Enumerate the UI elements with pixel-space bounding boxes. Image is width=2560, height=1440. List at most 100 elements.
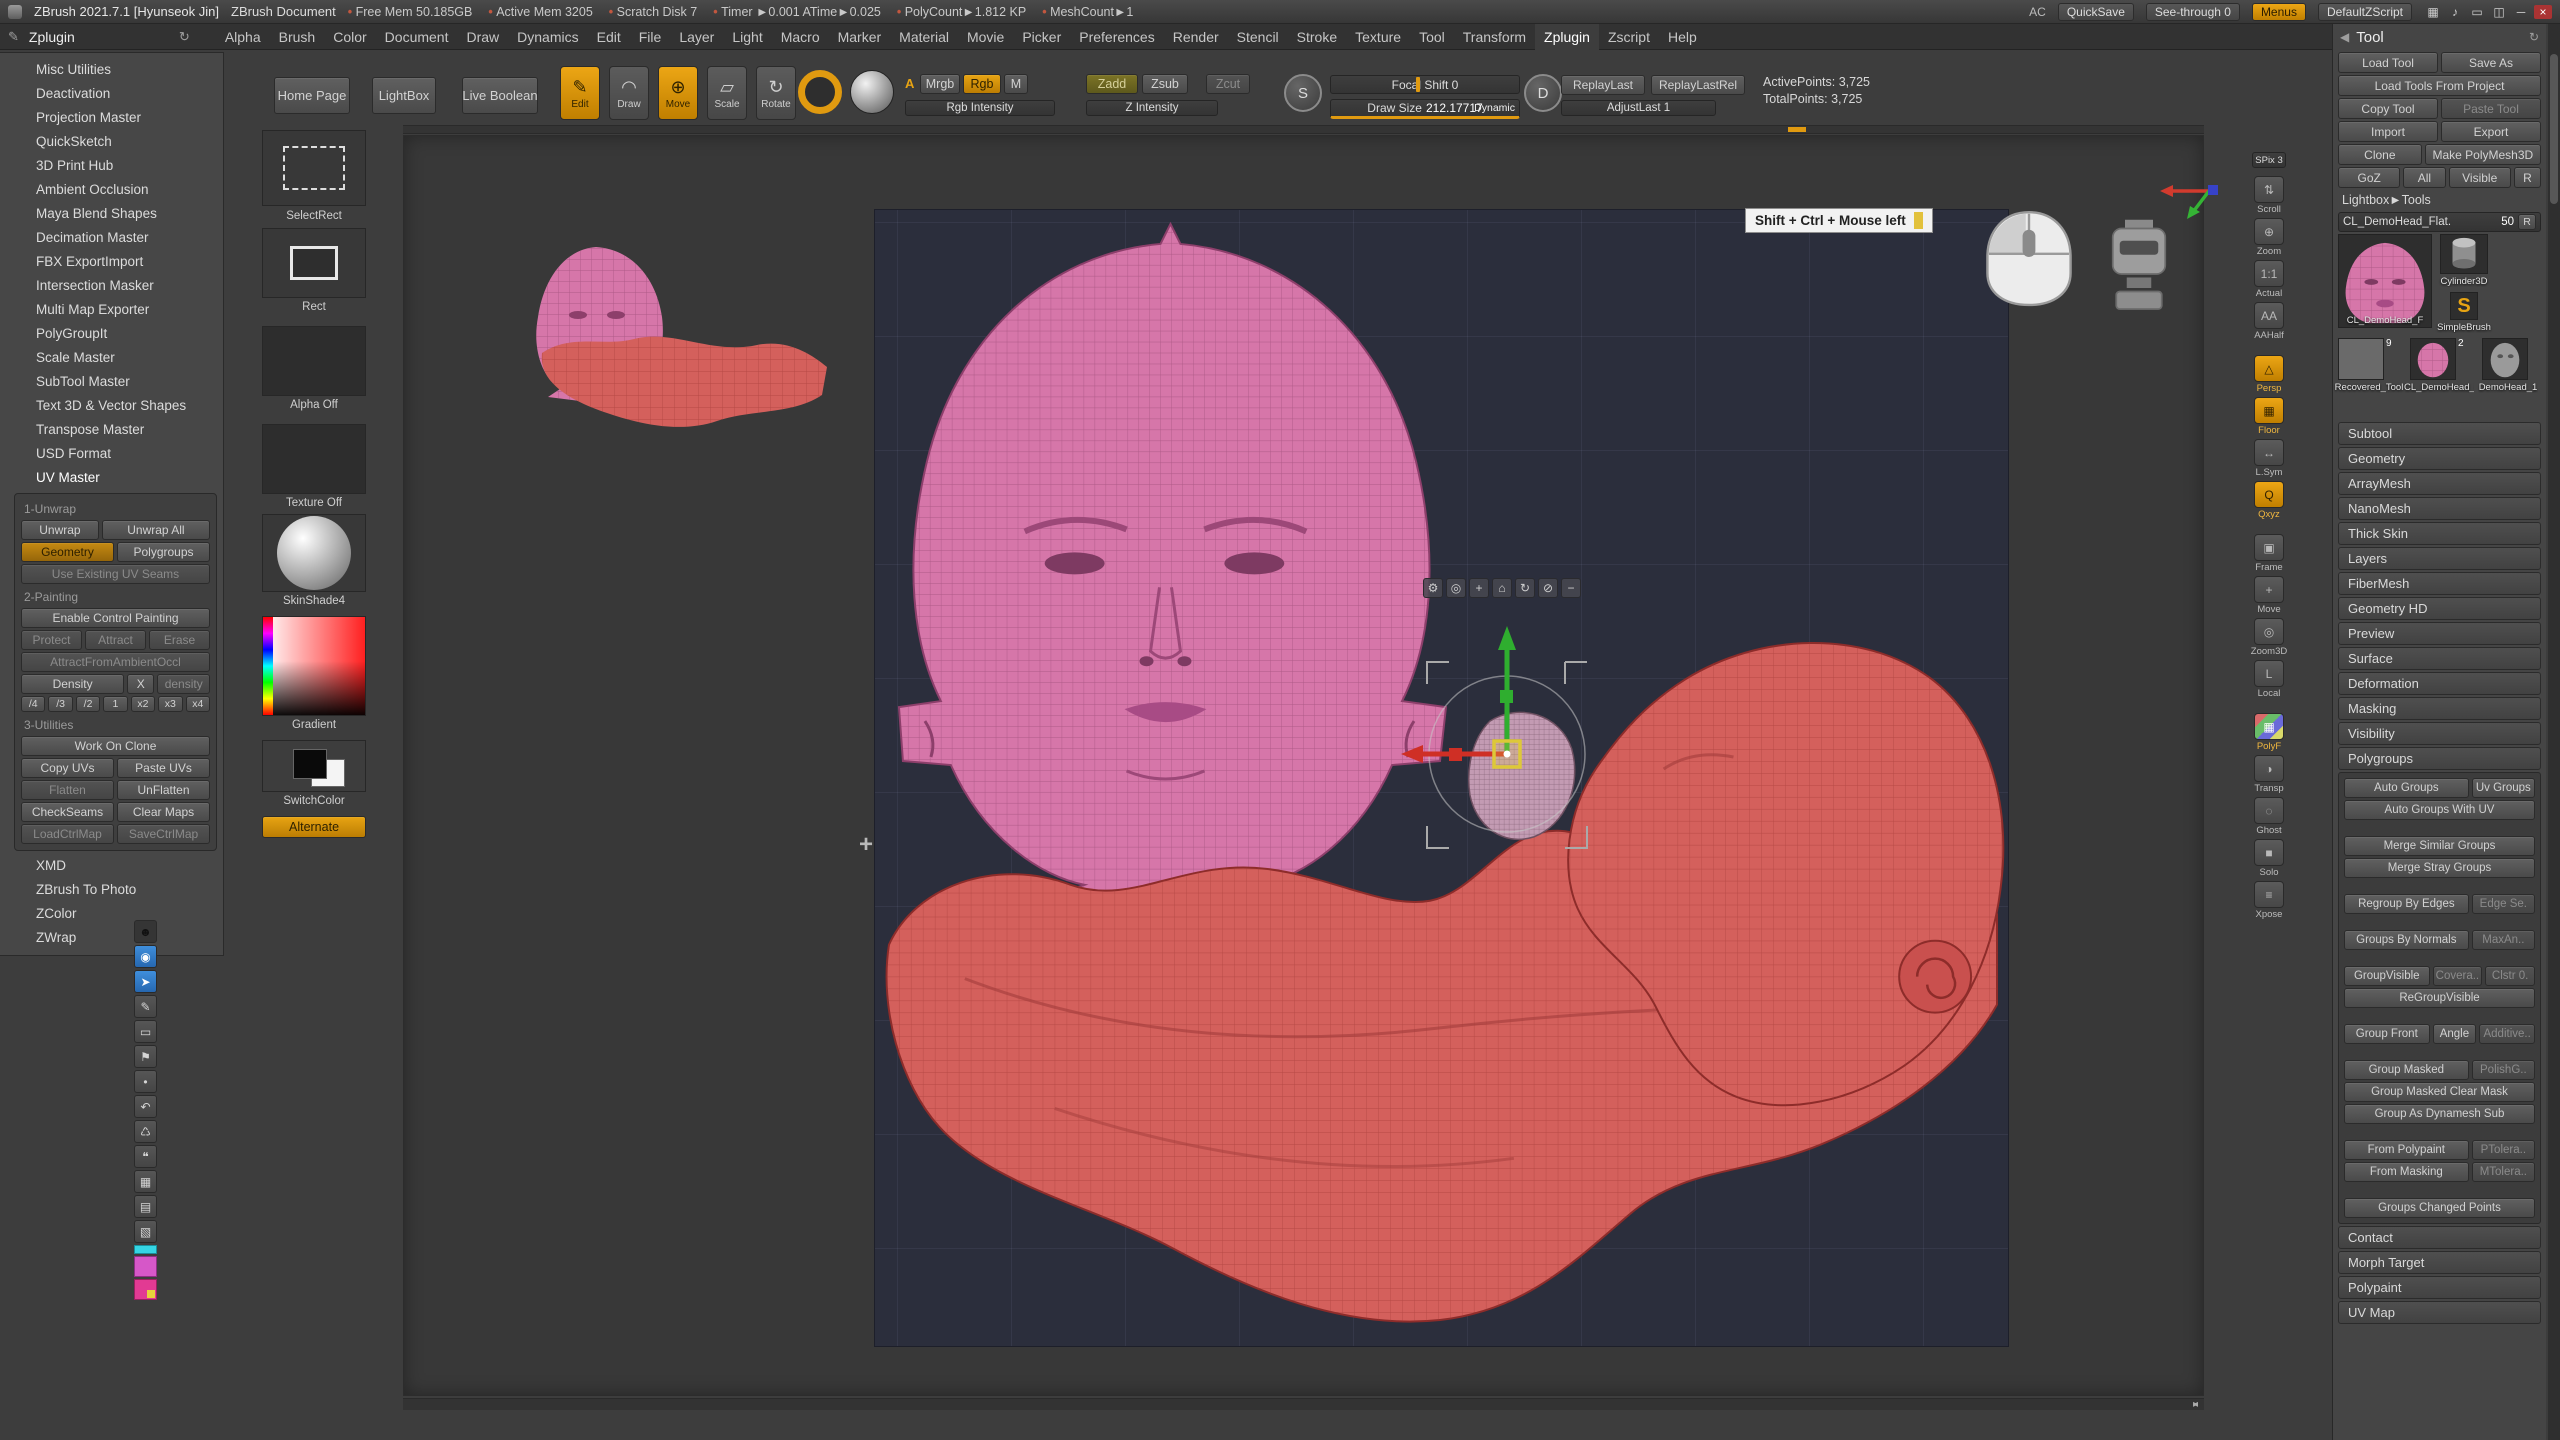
switch-color-widget[interactable] xyxy=(262,740,366,792)
transpose-gizmo[interactable] xyxy=(1387,604,1627,904)
tool-section[interactable]: Layers xyxy=(2338,547,2541,570)
menu-item[interactable]: Picker xyxy=(1013,24,1070,50)
use-existing-uv-seams-button[interactable]: Use Existing UV Seams xyxy=(21,564,210,584)
stroke-thumbnail[interactable] xyxy=(262,228,366,298)
draw-size-slider[interactable]: Draw Size 212.17717 Dynamic xyxy=(1330,99,1520,119)
clear-maps-button[interactable]: Clear Maps xyxy=(117,802,210,822)
polygroups-button[interactable]: Auto Groups xyxy=(2344,778,2469,798)
menu-item[interactable]: Stencil xyxy=(1228,24,1288,50)
menu-item[interactable]: Document xyxy=(376,24,458,50)
goz-all-button[interactable]: All xyxy=(2403,167,2445,188)
xmd-icon[interactable]: • xyxy=(134,1070,157,1093)
polygroups-button[interactable]: Angle xyxy=(2433,1024,2477,1044)
zplugin-item[interactable]: Deactivation xyxy=(0,82,223,106)
menu-item[interactable]: Dynamics xyxy=(508,24,587,50)
primary-color-swatch[interactable] xyxy=(293,749,327,779)
unflatten-button[interactable]: UnFlatten xyxy=(117,780,210,800)
color-picker[interactable] xyxy=(262,616,366,716)
polygroups-button[interactable]: Group Masked Clear Mask xyxy=(2344,1082,2535,1102)
simplebrush-thumbnail[interactable]: S xyxy=(2450,292,2478,320)
zplugin-item[interactable]: QuickSketch xyxy=(0,130,223,154)
load-ctrlmap-button[interactable]: LoadCtrlMap xyxy=(21,824,114,844)
active-tool-thumbnail[interactable]: CL_DemoHead_F xyxy=(2338,234,2432,328)
zplugin-item[interactable]: Maya Blend Shapes xyxy=(0,202,223,226)
mode-button[interactable]: ⊕ Move xyxy=(658,66,698,120)
load-tools-from-project-button[interactable]: Load Tools From Project xyxy=(2338,75,2541,96)
tool-section[interactable]: Visibility xyxy=(2338,722,2541,745)
checkseams-button[interactable]: CheckSeams xyxy=(21,802,114,822)
xmd-icon[interactable]: ▭ xyxy=(134,1020,157,1043)
menu-item[interactable]: Draw xyxy=(457,24,508,50)
quicksave-button[interactable]: QuickSave xyxy=(2058,3,2134,21)
home-page-button[interactable]: Home Page xyxy=(274,77,350,114)
xmd-icon[interactable]: ▦ xyxy=(134,1170,157,1193)
density-multiplier-button[interactable]: x2 xyxy=(131,696,155,712)
zplugin-item[interactable]: Intersection Masker xyxy=(0,274,223,298)
zplugin-item[interactable]: Misc Utilities xyxy=(0,58,223,82)
right-shelf-item[interactable]: ↔ L.Sym xyxy=(2251,439,2287,478)
window-control-icon[interactable]: ─ xyxy=(2512,5,2530,19)
menu-item[interactable]: Stroke xyxy=(1288,24,1346,50)
scroll-right-icon[interactable]: ▸ xyxy=(2193,1399,2202,1410)
polygroups-button[interactable]: Group Masked xyxy=(2344,1060,2469,1080)
mode-button[interactable]: ✎ Edit xyxy=(560,66,600,120)
polygroups-button[interactable]: ReGroupVisible xyxy=(2344,988,2535,1008)
tool-section[interactable]: Subtool xyxy=(2338,422,2541,445)
zplugin-item[interactable]: Transpose Master xyxy=(0,418,223,442)
z-intensity-slider[interactable]: Z Intensity xyxy=(1086,100,1218,116)
zplugin-item[interactable]: Scale Master xyxy=(0,346,223,370)
make-polymesh3d-button[interactable]: Make PolyMesh3D xyxy=(2425,144,2541,165)
texture-thumbnail[interactable] xyxy=(262,424,366,494)
polygroups-button[interactable]: Additive.. xyxy=(2479,1024,2535,1044)
gizmo-icon[interactable]: ⚙ xyxy=(1423,578,1443,598)
tool-section[interactable]: Masking xyxy=(2338,697,2541,720)
xmd-icon[interactable]: ⚑ xyxy=(134,1045,157,1068)
pink-swatch[interactable] xyxy=(134,1279,157,1300)
menu-item[interactable]: Help xyxy=(1659,24,1706,50)
rgb-button[interactable]: Rgb xyxy=(963,74,1001,94)
menu-item[interactable]: Preferences xyxy=(1070,24,1163,50)
polygroups-button[interactable]: PolishG.. xyxy=(2472,1060,2535,1080)
hue-strip[interactable] xyxy=(263,617,273,715)
right-shelf-item[interactable]: △ Persp xyxy=(2251,355,2287,394)
right-shelf-item[interactable]: ▦ PolyF xyxy=(2251,713,2287,752)
goz-button[interactable]: GoZ xyxy=(2338,167,2400,188)
xmd-icon[interactable]: ↶ xyxy=(134,1095,157,1118)
polygroups-button[interactable]: MTolera.. xyxy=(2472,1162,2535,1182)
menu-item[interactable]: Texture xyxy=(1346,24,1410,50)
zplugin-item[interactable]: Projection Master xyxy=(0,106,223,130)
demohead1-thumbnail[interactable] xyxy=(2482,338,2528,380)
zplugin-item[interactable]: PolyGroupIt xyxy=(0,322,223,346)
xmd-icon[interactable]: ▤ xyxy=(134,1195,157,1218)
current-material-sphere[interactable] xyxy=(850,70,894,114)
xmd-icon[interactable]: ▧ xyxy=(134,1220,157,1243)
zplugin-item[interactable]: ZColor xyxy=(0,902,223,926)
canvas-workspace[interactable]: ⚙◎+⌂↻⊘− Shift + Ctrl + Mouse left xyxy=(403,135,2204,1396)
stroke-circle-icon[interactable]: S xyxy=(1284,74,1322,112)
menus-button[interactable]: Menus xyxy=(2252,3,2306,21)
goz-r-button[interactable]: R xyxy=(2514,167,2541,188)
right-shelf-item[interactable]: L Local xyxy=(2251,660,2287,699)
cylinder3d-thumbnail[interactable] xyxy=(2440,234,2488,274)
timeline-strip[interactable] xyxy=(403,125,2204,134)
right-shelf-item[interactable]: ▦ Floor xyxy=(2251,397,2287,436)
cyan-swatch[interactable] xyxy=(134,1245,157,1254)
xmd-icon[interactable]: ♺ xyxy=(134,1120,157,1143)
zplugin-item[interactable]: Decimation Master xyxy=(0,226,223,250)
right-shelf-item[interactable]: ◑ Transp xyxy=(2251,755,2287,794)
tool-section[interactable]: Contact xyxy=(2338,1226,2541,1249)
replay-last-rel-button[interactable]: ReplayLastRel xyxy=(1651,75,1745,95)
material-thumbnail[interactable] xyxy=(262,514,366,592)
zplugin-item[interactable]: 3D Print Hub xyxy=(0,154,223,178)
density-multiplier-button[interactable]: /3 xyxy=(48,696,72,712)
rgb-intensity-slider[interactable]: Rgb Intensity xyxy=(905,100,1055,116)
current-brush-icon[interactable] xyxy=(798,70,842,114)
gizmo-icon[interactable]: ↻ xyxy=(1515,578,1535,598)
polygroups-toggle[interactable]: Polygroups xyxy=(117,542,210,562)
paste-tool-button[interactable]: Paste Tool xyxy=(2441,98,2541,119)
polygroups-button[interactable]: Regroup By Edges xyxy=(2344,894,2469,914)
load-tool-button[interactable]: Load Tool xyxy=(2338,52,2438,73)
window-control-icon[interactable]: × xyxy=(2534,5,2552,19)
zplugin-item[interactable]: USD Format xyxy=(0,442,223,466)
copy-tool-button[interactable]: Copy Tool xyxy=(2338,98,2438,119)
